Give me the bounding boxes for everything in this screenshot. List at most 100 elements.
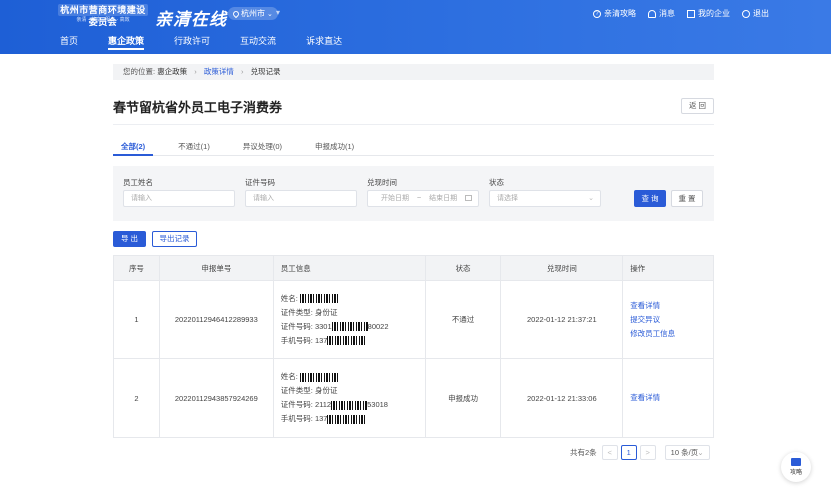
info-id-type: 证件类型: 身份证 <box>281 306 425 320</box>
submit-objection-link[interactable]: 提交异议 <box>630 313 713 327</box>
status-label: 状态 <box>489 178 504 187</box>
info-id-no: 证件号码: 3301 80022 <box>281 320 425 334</box>
guide-icon <box>791 458 801 466</box>
floating-guide-button[interactable]: 攻略 <box>781 452 811 482</box>
breadcrumb-item-policies[interactable]: 惠企政策 <box>157 67 187 76</box>
page-number-current[interactable]: 1 <box>620 445 637 460</box>
row-employee-info: 姓名: 证件类型: 身份证 证件号码: 3301 80022 手机号码: 137 <box>272 280 426 359</box>
table-row: 2 20220112943857924269 姓名: 证件类型: 身份证 证件号… <box>113 358 714 438</box>
top-action-label: 消息 <box>659 9 675 18</box>
tab-success[interactable]: 申报成功(1) <box>307 141 362 156</box>
page-title: 春节留杭省外员工电子消费券 <box>113 100 283 115</box>
select-placeholder: 请选择 <box>497 195 518 202</box>
input-placeholder: 请输入 <box>131 195 152 202</box>
chevron-right-icon: › <box>240 67 244 76</box>
export-button[interactable]: 导 出 <box>113 231 146 247</box>
row-employee-info: 姓名: 证件类型: 身份证 证件号码: 2112 53018 手机号码: 137 <box>272 358 426 438</box>
phone-prefix: 137 <box>314 335 328 345</box>
top-action-label: 退出 <box>753 9 769 18</box>
status-tabs: 全部(2) 不通过(1) 异议处理(0) 申报成功(1) <box>113 141 714 156</box>
info-label: 证件类型: <box>280 307 313 317</box>
chevron-down-icon: ⌄ <box>588 195 594 202</box>
chevron-down-icon: ⌄ <box>697 448 704 457</box>
info-label: 姓名: <box>280 293 298 303</box>
top-action-my-company[interactable]: 我的企业 <box>687 8 730 19</box>
top-action-logout[interactable]: 退出 <box>742 8 769 19</box>
redeem-time-label: 兑现时间 <box>367 178 397 187</box>
redacted-barcode <box>327 336 366 346</box>
city-name: 杭州市 <box>241 9 265 18</box>
info-name: 姓名: <box>281 292 425 306</box>
redacted-barcode <box>299 294 338 304</box>
breadcrumb-item-policy-detail[interactable]: 政策详情 <box>204 67 234 76</box>
chevron-down-icon: ⌄ <box>267 11 273 18</box>
power-icon <box>742 9 750 18</box>
phone-prefix: 137 <box>314 414 328 423</box>
table-row: 1 20220112946412289933 姓名: 证件类型: 身份证 证件号… <box>113 280 714 359</box>
row-actions: 查看详情 <box>622 358 714 438</box>
id-suffix: 53018 <box>367 400 388 409</box>
info-phone: 手机号码: 137 <box>281 412 425 426</box>
column-header-status: 状态 <box>424 255 502 281</box>
redacted-barcode <box>299 372 338 382</box>
page-size-select[interactable]: 10 条/页 ⌄ <box>664 445 710 460</box>
view-details-link[interactable]: 查看详情 <box>630 391 713 405</box>
id-prefix: 2112 <box>314 400 332 409</box>
top-actions: ? 亲清攻略 消息 我的企业 退出 <box>593 8 769 19</box>
export-records-button[interactable]: 导出记录 <box>152 231 197 247</box>
id-prefix: 3301 <box>314 321 332 331</box>
input-placeholder: 请输入 <box>253 195 274 202</box>
top-action-messages[interactable]: 消息 <box>648 8 675 19</box>
reset-button[interactable]: 重 置 <box>671 190 703 207</box>
tab-objection[interactable]: 异议处理(0) <box>235 141 290 156</box>
info-label: 手机号码: <box>280 414 313 423</box>
status-select[interactable]: 请选择 ⌄ <box>489 190 601 207</box>
top-header: 杭州市营商环境建设委员会 亲清 · 共享 · 服务 · 高效 亲清在线 杭州市 ⌄… <box>0 0 831 54</box>
prev-page-button[interactable]: < <box>601 445 618 460</box>
info-label: 姓名: <box>280 372 298 381</box>
query-button[interactable]: 查 询 <box>634 190 666 207</box>
table-header-row: 序号 申报单号 员工信息 状态 兑现时间 操作 <box>113 255 714 281</box>
top-action-guide[interactable]: ? 亲清攻略 <box>593 8 636 19</box>
breadcrumb: 您的位置: 惠企政策 › 政策详情 › 兑现记录 <box>113 64 714 80</box>
top-action-label: 亲清攻略 <box>604 9 636 18</box>
redacted-barcode <box>331 400 368 410</box>
info-id-no: 证件号码: 2112 53018 <box>281 398 425 412</box>
column-header-order-no: 申报单号 <box>158 255 274 281</box>
tab-all[interactable]: 全部(2) <box>113 141 154 156</box>
row-redeem-time: 2022-01-12 21:33:06 <box>500 358 624 438</box>
row-redeem-time: 2022-01-12 21:37:21 <box>500 280 624 359</box>
id-number-input[interactable]: 请输入 <box>245 190 357 207</box>
nav-item-appeals[interactable]: 诉求直达 <box>306 34 342 50</box>
row-status: 不通过 <box>424 280 502 359</box>
bell-icon <box>648 9 656 18</box>
floating-guide-label: 攻略 <box>789 470 802 476</box>
employee-name-input[interactable]: 请输入 <box>123 190 235 207</box>
info-label: 证件号码: <box>280 321 313 331</box>
back-button[interactable]: 返 回 <box>681 98 714 114</box>
main-nav: 首页 惠企政策 行政许可 互动交流 诉求直达 <box>60 34 372 50</box>
range-separator: ~ <box>417 195 422 202</box>
calendar-icon <box>465 195 472 201</box>
info-label: 证件号码: <box>280 400 313 409</box>
nav-item-policies[interactable]: 惠企政策 <box>108 34 145 50</box>
nav-item-interaction[interactable]: 互动交流 <box>240 34 276 50</box>
nav-item-home[interactable]: 首页 <box>60 34 78 50</box>
next-page-button[interactable]: > <box>639 445 656 460</box>
dropdown-arrow-icon: ▾ <box>276 8 281 17</box>
logo-subtitle: 亲清 · 共享 · 服务 · 高效 <box>76 17 130 23</box>
city-selector[interactable]: 杭州市 ⌄ <box>228 7 278 20</box>
edit-employee-info-link[interactable]: 修改员工信息 <box>630 327 713 341</box>
total-count: 共有2条 <box>570 448 597 457</box>
tab-rejected[interactable]: 不通过(1) <box>170 141 218 156</box>
row-order-no: 20220112943857924269 <box>158 358 274 438</box>
site-logo[interactable]: 杭州市营商环境建设委员会 亲清 · 共享 · 服务 · 高效 <box>58 4 148 27</box>
nav-item-licensing[interactable]: 行政许可 <box>174 34 210 50</box>
date-range-picker[interactable]: 开始日期 ~ 结束日期 <box>367 190 479 207</box>
info-value: 身份证 <box>314 386 338 395</box>
brand-name: 亲清在线 <box>155 10 227 29</box>
row-order-no: 20220112946412289933 <box>158 280 274 359</box>
column-header-index: 序号 <box>113 255 160 281</box>
row-actions: 查看详情 提交异议 修改员工信息 <box>622 280 714 359</box>
view-details-link[interactable]: 查看详情 <box>630 299 713 313</box>
